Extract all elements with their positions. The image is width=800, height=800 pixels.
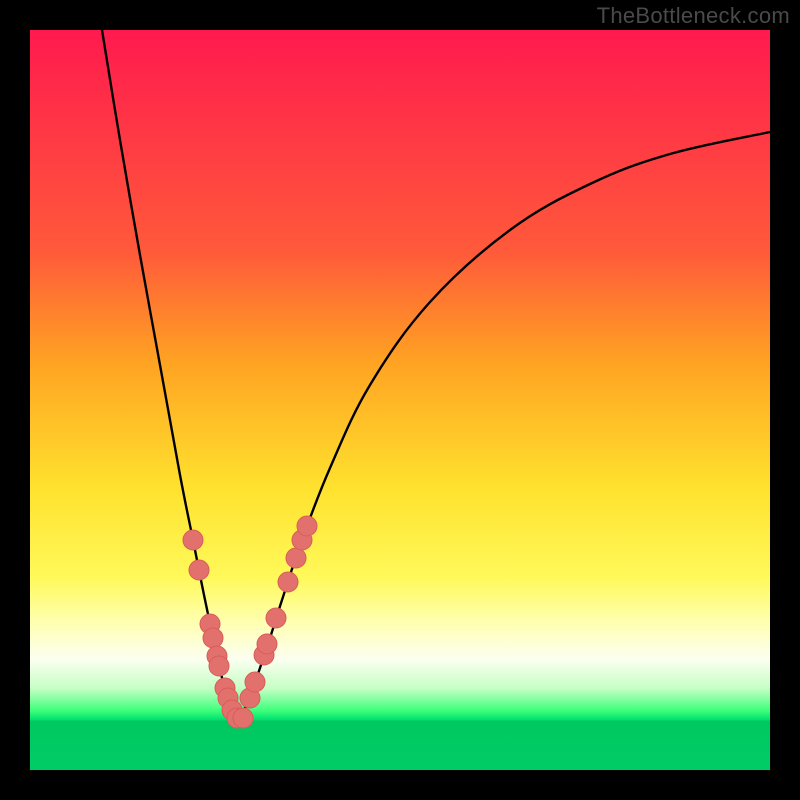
curve-marker bbox=[203, 628, 223, 648]
chart-svg bbox=[30, 30, 770, 770]
curve-markers bbox=[183, 516, 317, 728]
curve-marker bbox=[266, 608, 286, 628]
curve-right bbox=[238, 132, 770, 718]
curve-marker bbox=[189, 560, 209, 580]
curve-marker bbox=[183, 530, 203, 550]
curve-left bbox=[102, 30, 238, 718]
chart-frame: TheBottleneck.com bbox=[0, 0, 800, 800]
curve-marker bbox=[233, 708, 253, 728]
attribution-label: TheBottleneck.com bbox=[597, 3, 790, 29]
curve-marker bbox=[278, 572, 298, 592]
curve-marker bbox=[297, 516, 317, 536]
curve-marker bbox=[209, 656, 229, 676]
curve-marker bbox=[245, 672, 265, 692]
curve-marker bbox=[286, 548, 306, 568]
curve-marker bbox=[257, 634, 277, 654]
